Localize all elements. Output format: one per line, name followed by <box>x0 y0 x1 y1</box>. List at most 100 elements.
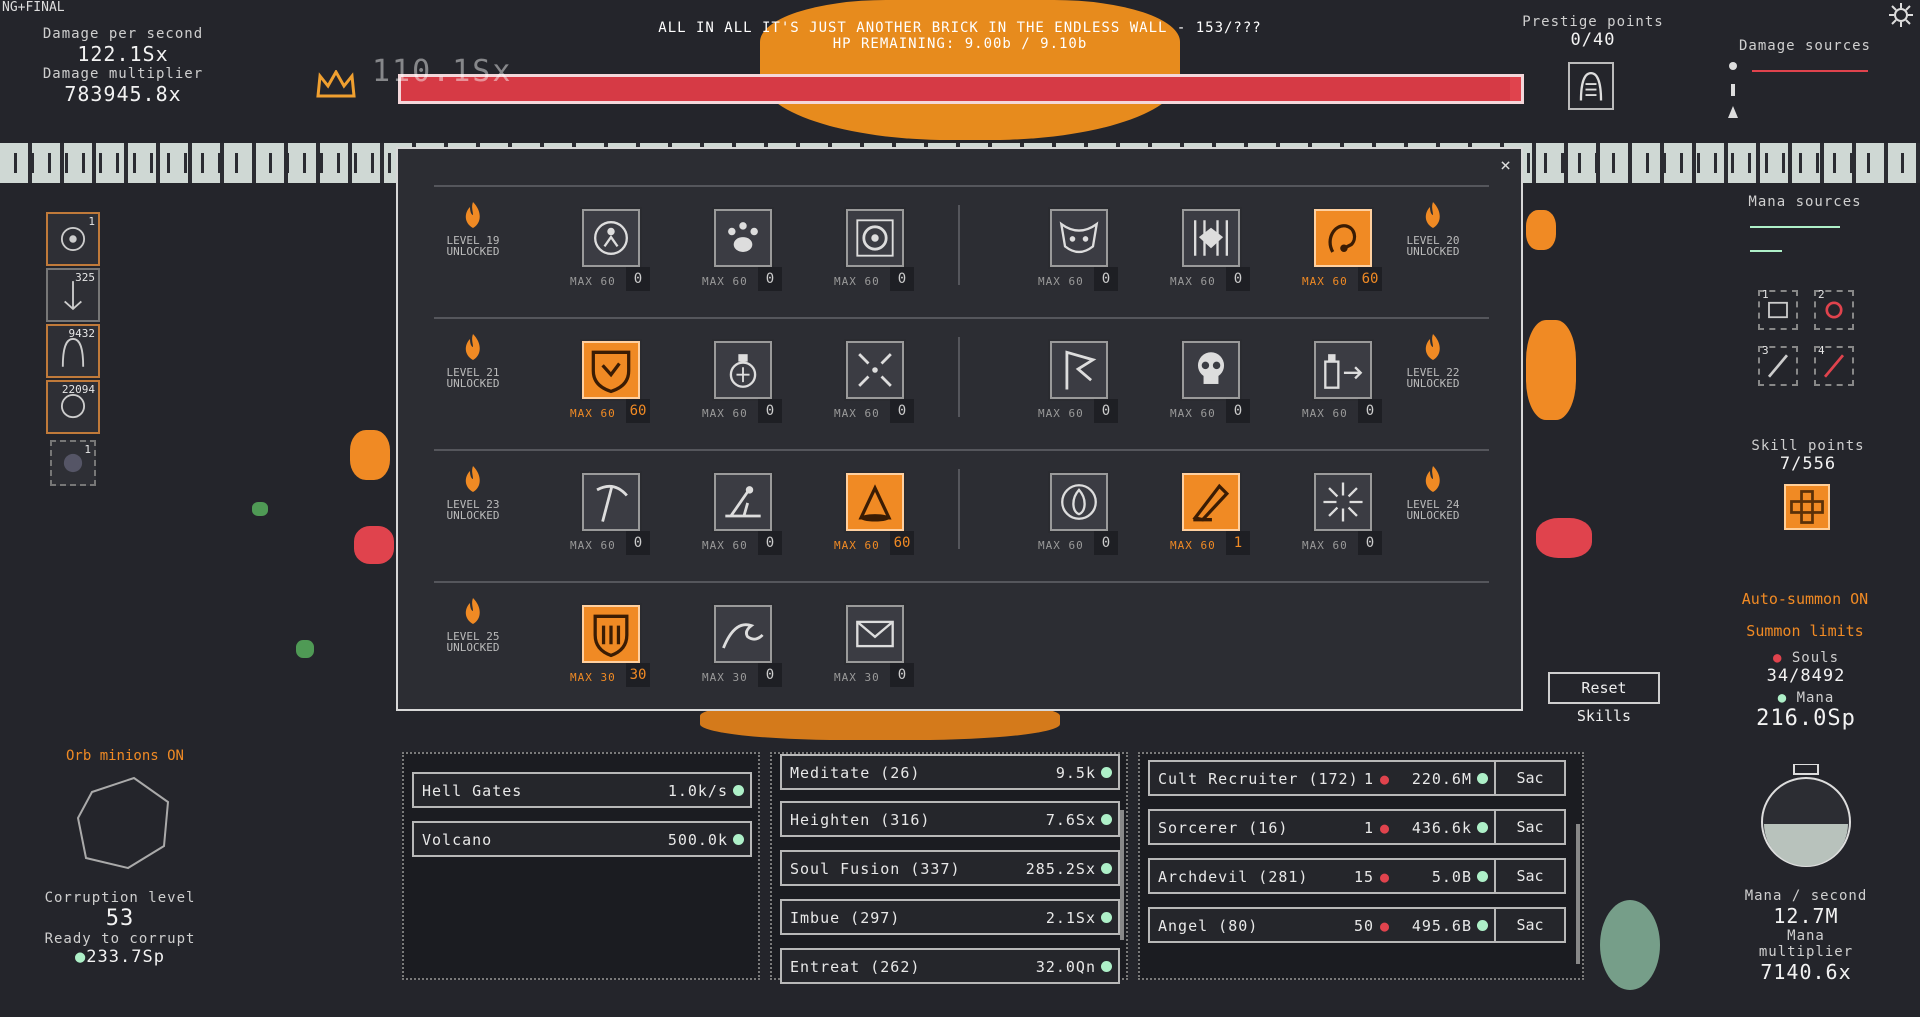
bottle-arrow-icon[interactable] <box>1312 339 1374 401</box>
scorpion-icon[interactable] <box>1312 207 1374 269</box>
skill-node[interactable]: MAX 60 1 <box>1170 471 1260 563</box>
skill-node[interactable]: MAX 600 <box>1302 149 1392 177</box>
side-slot-skull[interactable]: 22094 <box>46 380 100 434</box>
orange-creature <box>1526 210 1556 250</box>
skill-node[interactable]: MAX 600 <box>702 339 792 431</box>
target-disc-icon[interactable] <box>844 207 906 269</box>
side-slot-hood[interactable]: 9432 <box>46 324 100 378</box>
skill-node[interactable]: MAX 600 <box>1302 471 1392 563</box>
skill-node[interactable]: MAX 600 <box>1038 149 1128 177</box>
spell-row[interactable]: Imbue (297) 2.1Sx <box>780 899 1120 935</box>
minion-row[interactable]: Archdevil (281) 15 ● 5.0B <box>1148 858 1496 894</box>
side-slot-orb[interactable]: 1 <box>50 440 96 486</box>
roman-three-icon[interactable] <box>580 603 642 665</box>
unlock-line: UNLOCKED <box>1406 245 1460 258</box>
converge-arrows-icon[interactable] <box>844 339 906 401</box>
damage-multiplier-value: 783945.8x <box>64 82 182 106</box>
bubble-figure-icon[interactable] <box>580 207 642 269</box>
skill-node[interactable]: MAX 600 <box>570 471 660 563</box>
wave-icon[interactable] <box>712 603 774 665</box>
shield-crest-icon[interactable] <box>580 339 642 401</box>
spell-row[interactable]: Soul Fusion (337) 285.2Sx <box>780 850 1120 886</box>
spell-row[interactable]: Heighten (316) 7.6Sx <box>780 801 1120 837</box>
skill-node[interactable]: MAX 30 30 <box>570 603 660 695</box>
corruption-value: 53 <box>105 906 135 931</box>
minion-row[interactable]: Sorcerer (16) 1 ● 436.6k <box>1148 809 1496 845</box>
skill-level-count: 0 <box>758 663 782 687</box>
minion-row[interactable]: Angel (80) 50 ● 495.6B <box>1148 907 1496 943</box>
building-value: 1.0k/s <box>667 782 728 800</box>
summoner-icon[interactable] <box>844 471 906 533</box>
flame-icon <box>465 334 480 360</box>
skill-tree-icon[interactable] <box>1784 484 1830 530</box>
skill-node[interactable]: MAX 600 <box>1038 471 1128 563</box>
skill-node[interactable]: MAX 600 <box>570 207 660 299</box>
paw-drops-icon[interactable] <box>712 207 774 269</box>
catapult-icon[interactable] <box>712 471 774 533</box>
close-icon[interactable]: × <box>1500 155 1511 176</box>
skill-node[interactable]: MAX 6060 <box>702 149 792 177</box>
skill-node[interactable]: MAX 30 0 <box>834 603 924 695</box>
building-row[interactable]: Hell Gates 1.0k/s <box>412 772 752 808</box>
grenade-icon[interactable] <box>712 339 774 401</box>
skill-node[interactable]: MAX 6060 <box>1302 207 1392 299</box>
ability-slot-scroll[interactable]: 1 <box>1758 288 1798 330</box>
sac-button[interactable]: Sac <box>1494 907 1566 943</box>
skull-icon[interactable] <box>1180 339 1242 401</box>
skill-node[interactable]: MAX 600 <box>1038 207 1128 299</box>
skill-node[interactable]: MAX 600 <box>834 339 924 431</box>
spell-row[interactable]: Entreat (262) 32.0Qn <box>780 948 1120 984</box>
ability-slot-gear[interactable]: 2 <box>1814 288 1854 330</box>
skill-node[interactable]: MAX 600 <box>834 207 924 299</box>
sac-button[interactable]: Sac <box>1494 760 1566 796</box>
minion-row[interactable]: Cult Recruiter (172) 1 ● 220.6M <box>1148 760 1496 796</box>
skill-node[interactable]: MAX 6060 <box>570 339 660 431</box>
skill-node[interactable]: MAX 600 <box>1302 339 1392 431</box>
building-row[interactable]: Volcano 500.0k <box>412 821 752 857</box>
green-creature <box>296 640 314 658</box>
reset-skills-button[interactable]: Reset Skills <box>1548 672 1660 725</box>
sac-button[interactable]: Sac <box>1494 858 1566 894</box>
flame-icon <box>1425 466 1440 492</box>
skill-node[interactable]: MAX 600 <box>1170 339 1260 431</box>
auto-summon-status[interactable]: Auto-summon ON <box>1700 590 1910 608</box>
flag-icon[interactable] <box>1048 339 1110 401</box>
dps-label: Damage per second <box>42 26 204 42</box>
corruption-block: Corruption level 53 Ready to corrupt ●23… <box>40 890 200 967</box>
caged-demon-icon[interactable] <box>1180 207 1242 269</box>
prestige-icon[interactable] <box>1568 62 1614 110</box>
skill-node[interactable]: MAX 6060 <box>1170 149 1260 177</box>
settings-gear-icon[interactable] <box>1888 2 1914 28</box>
skill-node[interactable]: MAX 6060 <box>570 149 660 177</box>
side-slot-arrow[interactable]: 325 <box>46 268 100 322</box>
slot-count: 1 <box>84 443 91 456</box>
envelope-icon[interactable] <box>844 603 906 665</box>
flame-ring-icon[interactable] <box>1048 471 1110 533</box>
minions-scrollbar[interactable] <box>1576 824 1580 964</box>
skill-node[interactable]: MAX 600 <box>702 471 792 563</box>
skill-tree-modal: × MAX 60 60 MAX 60 60 MAX 60 0 MAX 60 0 MAX 60 60… <box>396 147 1523 711</box>
mana-source-bar-2 <box>1750 250 1782 252</box>
skill-node[interactable]: MAX 600 <box>834 149 924 177</box>
horn-icon[interactable] <box>1180 471 1242 533</box>
souls-block: ● Souls 34/8492 ● Mana 216.0Sp <box>1740 650 1872 731</box>
scythe-icon[interactable] <box>580 471 642 533</box>
sac-button[interactable]: Sac <box>1494 809 1566 845</box>
skill-node[interactable]: MAX 600 <box>1038 339 1128 431</box>
spells-scrollbar[interactable] <box>1120 810 1124 940</box>
skill-node[interactable]: MAX 600 <box>1170 207 1260 299</box>
burst-icon[interactable] <box>1312 471 1374 533</box>
side-slot-target[interactable]: 1 <box>46 212 100 266</box>
skill-node[interactable]: MAX 6060 <box>834 471 924 563</box>
skill-node[interactable]: MAX 600 <box>702 207 792 299</box>
spell-row[interactable]: Meditate (26) 9.5k <box>780 754 1120 790</box>
skill-node[interactable]: MAX 30 0 <box>702 603 792 695</box>
orb-minions-status[interactable]: Orb minions ON <box>40 748 210 764</box>
spell-cost: 285.2Sx <box>1025 860 1096 878</box>
skill-max-label: MAX 60 <box>702 275 748 288</box>
mana-icon: ● <box>75 947 87 967</box>
boss-title: ALL IN ALL IT'S JUST ANOTHER BRICK IN TH… <box>658 20 1262 36</box>
jester-mask-icon[interactable] <box>1048 207 1110 269</box>
ability-slot-feather[interactable]: 3 <box>1758 344 1798 386</box>
ability-slot-wand[interactable]: 4 <box>1814 344 1854 386</box>
